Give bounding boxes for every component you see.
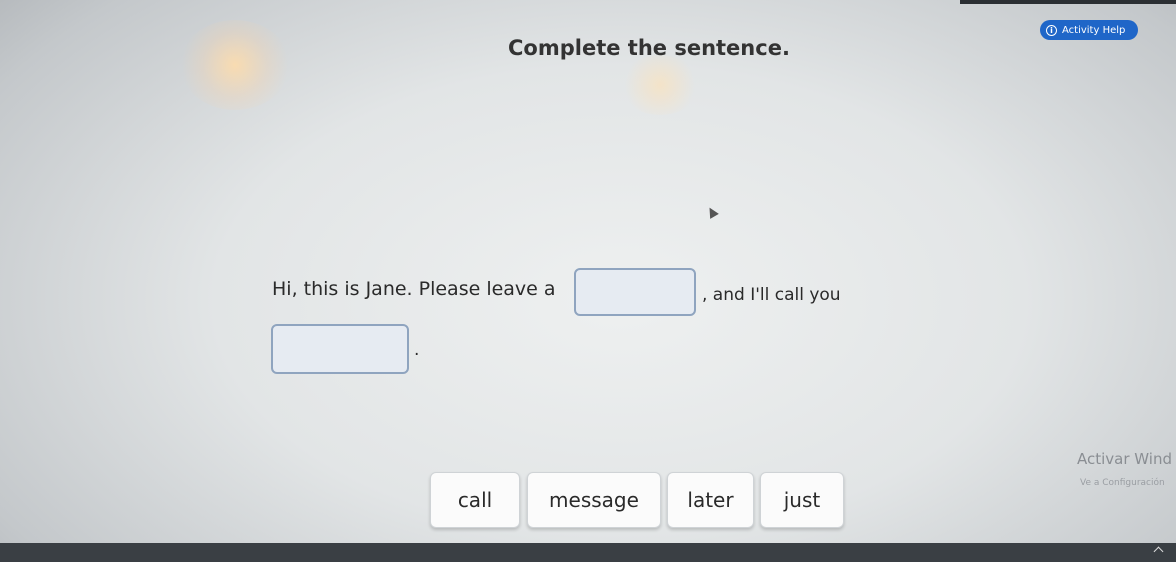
windows-activation-subtext: Ve a Configuración <box>1080 478 1165 488</box>
mouse-cursor-icon <box>705 205 719 219</box>
taskbar <box>0 543 1176 562</box>
sentence-part-1: Hi, this is Jane. Please leave a <box>272 278 556 300</box>
answer-blank-2[interactable] <box>271 324 409 374</box>
activity-help-button[interactable]: i Activity Help <box>1040 20 1138 40</box>
top-edge-bar <box>960 0 1176 4</box>
answer-blank-1[interactable] <box>574 268 696 316</box>
sentence-part-2: , and I'll call you <box>702 285 841 305</box>
screen-glare <box>620 55 700 115</box>
word-tile-later[interactable]: later <box>667 472 754 528</box>
word-tile-call[interactable]: call <box>430 472 520 528</box>
word-tile-message[interactable]: message <box>527 472 661 528</box>
word-tile-just[interactable]: just <box>760 472 844 528</box>
sentence-part-3: . <box>414 340 420 360</box>
info-icon: i <box>1046 24 1057 36</box>
activity-help-label: Activity Help <box>1062 24 1126 36</box>
windows-activation-watermark: Activar Wind <box>1077 450 1172 468</box>
screen-glare <box>180 20 290 110</box>
instruction-text: Complete the sentence. <box>508 36 790 60</box>
